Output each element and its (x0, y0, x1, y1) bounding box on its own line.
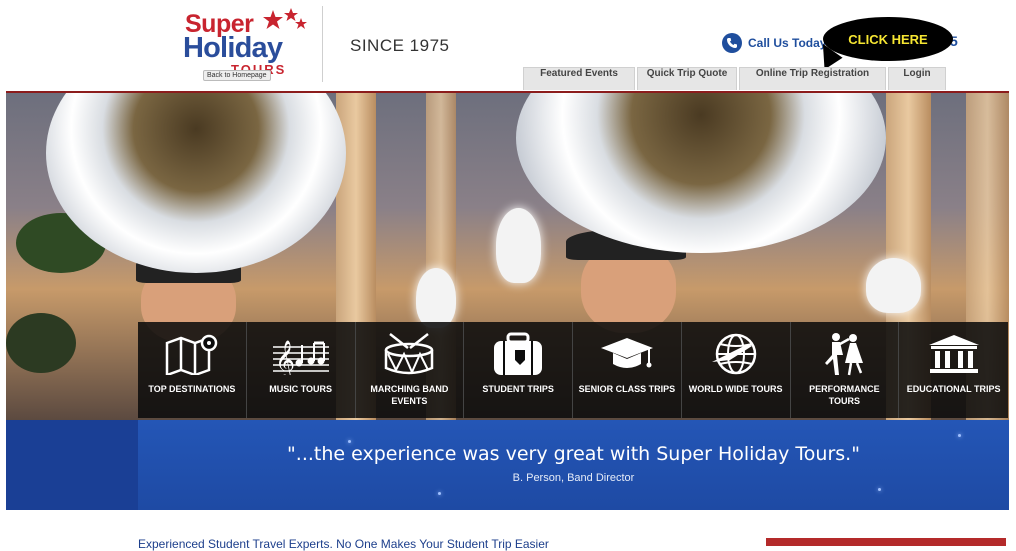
tile-music-tours[interactable]: 𝄞 MUSIC TOURS (246, 322, 356, 418)
click-here-button[interactable]: CLICK HERE (811, 17, 953, 75)
sparkle (958, 434, 961, 437)
tile-student-trips[interactable]: STUDENT TRIPS (464, 322, 573, 418)
category-tiles: TOP DESTINATIONS 𝄞 MUSIC TOURS MARCHING … (138, 322, 1008, 418)
testimonial-box: "...the experience was very great with S… (138, 420, 1009, 510)
sidebar-header-bar (766, 538, 1006, 546)
plume (416, 268, 456, 328)
back-to-homepage-tooltip[interactable]: Back to Homepage (203, 70, 271, 81)
testimonial-side (6, 420, 138, 510)
phone-icon (722, 33, 742, 53)
tile-label: STUDENT TRIPS (482, 384, 554, 394)
map-icon (164, 332, 220, 376)
tile-label: MARCHING BAND EVENTS (370, 384, 449, 406)
tile-performance-tours[interactable]: PERFORMANCE TOURS (790, 322, 900, 418)
header-divider (322, 6, 323, 82)
tab-login[interactable]: Login (888, 67, 946, 90)
tab-quick-trip-quote[interactable]: Quick Trip Quote (637, 67, 737, 90)
graduation-cap-icon (599, 332, 655, 376)
testimonial-band: "...the experience was very great with S… (6, 420, 1009, 510)
top-nav: Featured Events Quick Trip Quote Online … (523, 67, 948, 90)
logo[interactable]: Super Holiday TOURS Back to Homepage (183, 8, 309, 82)
since-text: SINCE 1975 (350, 36, 450, 55)
tile-label: MUSIC TOURS (269, 384, 333, 394)
tile-label: SENIOR CLASS TRIPS (578, 384, 676, 394)
logo-holiday-text: Holiday (183, 32, 283, 64)
testimonial-quote: "...the experience was very great with S… (287, 443, 860, 465)
tile-label: PERFORMANCE TOURS (809, 384, 880, 406)
tagline: Experienced Student Travel Experts. No O… (138, 537, 549, 551)
svg-text:𝄞: 𝄞 (275, 340, 295, 375)
tab-featured-events[interactable]: Featured Events (523, 67, 635, 90)
tile-label: EDUCATIONAL TRIPS (906, 384, 1001, 394)
sparkle (438, 492, 441, 495)
tile-world-wide-tours[interactable]: WORLD WIDE TOURS (681, 322, 791, 418)
tab-online-trip-registration[interactable]: Online Trip Registration (739, 67, 886, 90)
museum-icon (926, 332, 982, 376)
tile-marching-band-events[interactable]: MARCHING BAND EVENTS (355, 322, 465, 418)
tile-top-destinations[interactable]: TOP DESTINATIONS (138, 322, 247, 418)
tile-label: WORLD WIDE TOURS (688, 384, 783, 394)
click-here-label: CLICK HERE (848, 31, 928, 47)
sousaphone-bell (516, 93, 886, 253)
drum-icon (381, 332, 437, 376)
luggage-icon (490, 332, 546, 376)
palm-tree (6, 313, 76, 373)
dancers-icon (816, 332, 872, 376)
tile-educational-trips[interactable]: EDUCATIONAL TRIPS (899, 322, 1008, 418)
tile-senior-class-trips[interactable]: SENIOR CLASS TRIPS (573, 322, 682, 418)
music-notes-icon: 𝄞 (272, 332, 329, 376)
click-here-bubble: CLICK HERE (823, 17, 953, 61)
sparkle (878, 488, 881, 491)
plume (496, 208, 541, 283)
plume (866, 258, 921, 313)
tile-label: TOP DESTINATIONS (148, 384, 236, 394)
call-us[interactable]: Call Us Today (722, 33, 826, 53)
globe-plane-icon (708, 332, 764, 376)
call-us-text: Call Us Today (748, 36, 827, 50)
testimonial-author: B. Person, Band Director (512, 472, 635, 484)
